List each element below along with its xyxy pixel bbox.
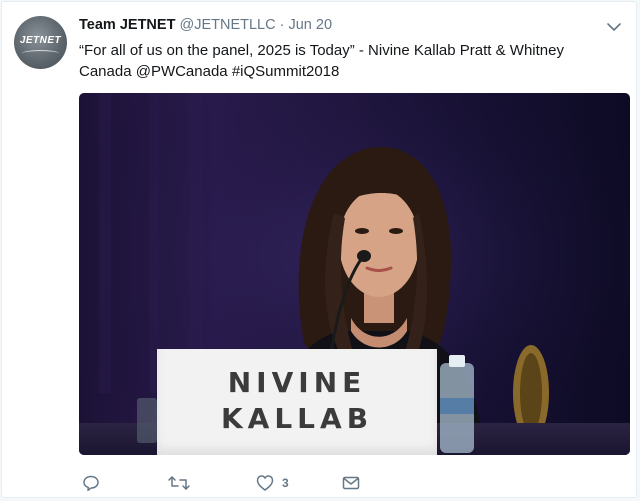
tweet-actions: 3 xyxy=(80,472,380,494)
tweet-text-line-1: “For all of us on the panel, 2025 is Tod… xyxy=(79,42,564,59)
tweet-card[interactable]: JETNET Team JETNET @JETNETLLC · Jun 20 “… xyxy=(1,1,637,498)
user-handle[interactable]: @JETNETLLC xyxy=(179,17,275,33)
chevron-down-icon[interactable] xyxy=(606,19,622,35)
nameplate-last-name: KALLAB xyxy=(220,402,374,435)
nameplate: NIVINE KALLAB xyxy=(157,349,437,455)
tweet-text-line-2: Canada @PWCanada #iQSummit2018 xyxy=(79,63,340,80)
heart-icon xyxy=(256,474,274,492)
retweet-button[interactable] xyxy=(168,472,190,494)
display-name[interactable]: Team JETNET xyxy=(79,17,175,33)
header-separator: · xyxy=(279,17,285,33)
tweet-header: Team JETNET @JETNETLLC · Jun 20 xyxy=(79,17,332,37)
tweet-photo[interactable]: NIVINE KALLAB xyxy=(79,93,630,455)
like-count: 3 xyxy=(282,476,289,490)
tweet-date[interactable]: Jun 20 xyxy=(288,17,332,33)
nameplate-first-name: NIVINE xyxy=(227,366,367,399)
retweet-icon xyxy=(168,474,190,492)
reply-button[interactable] xyxy=(82,472,100,494)
avatar-swoosh xyxy=(22,50,59,57)
envelope-icon xyxy=(342,474,360,492)
like-button[interactable]: 3 xyxy=(256,472,289,494)
tweet-text: “For all of us on the panel, 2025 is Tod… xyxy=(79,40,619,82)
avatar[interactable]: JETNET xyxy=(14,16,67,69)
avatar-logo-text: JETNET xyxy=(19,35,62,46)
reply-icon xyxy=(82,474,100,492)
direct-message-button[interactable] xyxy=(342,472,360,494)
